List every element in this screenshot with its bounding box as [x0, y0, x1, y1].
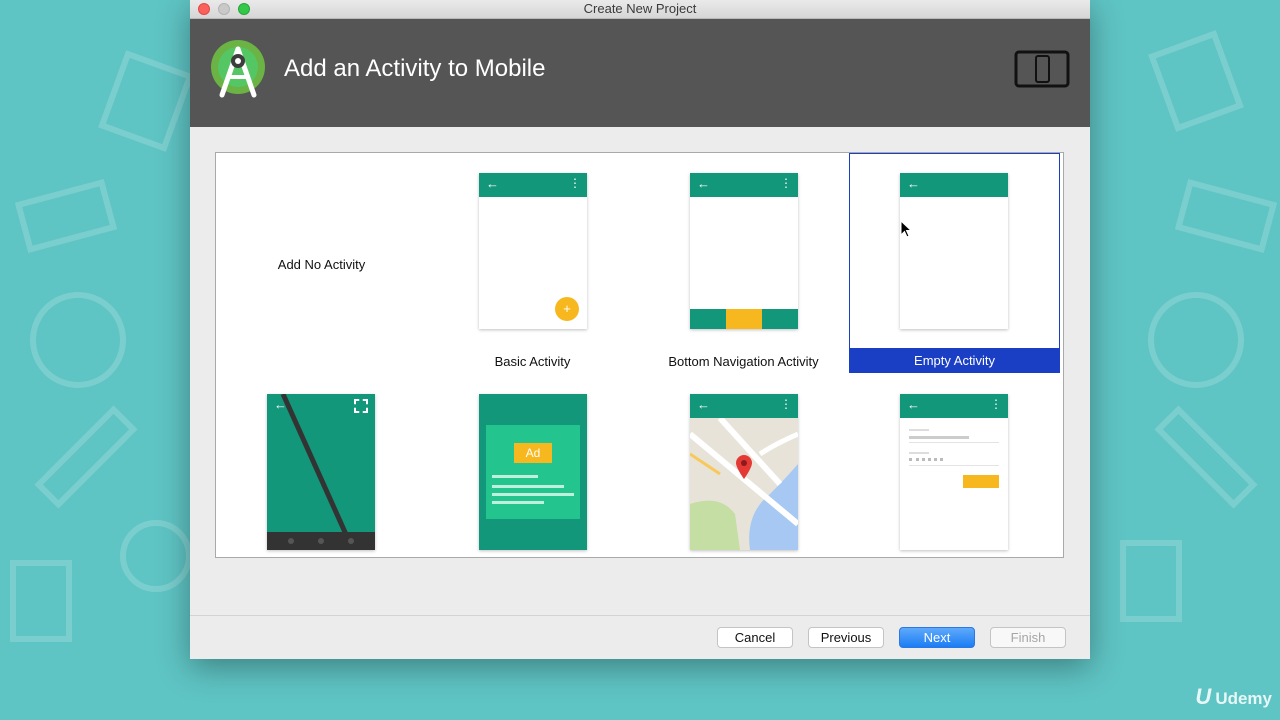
fullscreen-preview: ←: [267, 394, 375, 550]
back-arrow-icon: ←: [697, 176, 710, 191]
footer-separator: [190, 615, 1090, 616]
bottom-nav-bar: [690, 309, 798, 329]
app-bar: ←: [900, 173, 1008, 197]
ad-text-line: [492, 485, 564, 488]
ad-text-line: [492, 475, 538, 478]
map-pin-icon: [736, 455, 752, 479]
ad-badge: Ad: [514, 443, 552, 463]
form-field-line: [909, 452, 929, 454]
tile-label-selected: Empty Activity: [849, 348, 1060, 373]
bg-pencil-decoration: [1154, 405, 1258, 509]
password-dots: [909, 458, 943, 464]
next-button[interactable]: Next: [899, 627, 975, 648]
login-preview: ← ⋮: [900, 394, 1008, 550]
udemy-brand: Udemy: [1215, 689, 1272, 708]
basic-activity-preview: ← ⋮ +: [479, 173, 587, 329]
title-bar[interactable]: Create New Project: [190, 0, 1090, 19]
back-arrow-icon: ←: [907, 397, 920, 412]
tablet-phone-icon: [1014, 50, 1070, 88]
create-project-window: Create New Project Add an Activity to Mo…: [190, 0, 1090, 659]
bg-clock-decoration: [30, 292, 126, 388]
tile-label: Add No Activity: [277, 257, 366, 272]
sign-in-button-preview: [963, 475, 999, 488]
back-arrow-icon: ←: [274, 397, 287, 412]
empty-activity-preview: ←: [900, 173, 1008, 329]
form-field-line: [909, 436, 969, 439]
tile-fullscreen-activity[interactable]: ←: [216, 373, 427, 593]
wizard-header: Add an Activity to Mobile: [190, 19, 1090, 127]
bg-pencil-decoration: [34, 405, 138, 509]
app-bar: ← ⋮: [690, 394, 798, 418]
tile-empty-activity[interactable]: ← Empty Activity: [849, 153, 1060, 373]
tile-admob-activity[interactable]: Ad: [427, 373, 638, 593]
back-arrow-icon: ←: [907, 176, 920, 191]
form-field-underline: [909, 442, 999, 443]
app-bar: ← ⋮: [900, 394, 1008, 418]
tile-login-activity[interactable]: ← ⋮: [849, 373, 1060, 593]
ad-card: Ad: [486, 425, 580, 519]
bg-document-decoration: [1120, 540, 1182, 622]
back-arrow-icon: ←: [697, 397, 710, 412]
maps-preview: ← ⋮: [690, 394, 798, 550]
bg-clock-decoration: [1148, 292, 1244, 388]
ad-text-line: [492, 493, 574, 496]
overflow-menu-icon: ⋮: [780, 176, 792, 190]
overflow-menu-icon: ⋮: [569, 176, 581, 190]
tile-add-no-activity[interactable]: Add No Activity: [216, 153, 427, 373]
overflow-menu-icon: ⋮: [780, 397, 792, 411]
overflow-menu-icon: ⋮: [990, 397, 1002, 411]
tile-bottom-navigation-activity[interactable]: ← ⋮ Bottom Navigation Activity: [638, 153, 849, 373]
bg-book-decoration: [1148, 30, 1244, 132]
back-arrow-icon: ←: [486, 176, 499, 191]
tile-label: Bottom Navigation Activity: [668, 354, 819, 369]
activity-gallery: Add No Activity ← ⋮ + Basic Activity ← ⋮…: [215, 152, 1064, 558]
fullscreen-diagonal-graphic: [267, 394, 375, 550]
page-title: Add an Activity to Mobile: [284, 55, 546, 82]
admob-preview: Ad: [479, 394, 587, 550]
fab-add-icon: +: [555, 297, 579, 321]
tile-maps-activity[interactable]: ← ⋮: [638, 373, 849, 593]
tile-basic-activity[interactable]: ← ⋮ + Basic Activity: [427, 153, 638, 373]
tile-label: Basic Activity: [494, 354, 571, 369]
bg-ruler-decoration: [1174, 178, 1278, 254]
app-bar: ← ⋮: [479, 173, 587, 197]
mouse-pointer-icon: [900, 220, 912, 238]
udemy-mark: U: [1195, 684, 1212, 709]
cancel-button[interactable]: Cancel: [717, 627, 793, 648]
bg-bulb-decoration: [120, 520, 192, 592]
bg-book-decoration: [98, 50, 194, 152]
finish-button[interactable]: Finish: [990, 627, 1066, 648]
form-field-underline: [909, 465, 999, 466]
ad-text-line: [492, 501, 544, 504]
app-bar: ← ⋮: [690, 173, 798, 197]
window-title: Create New Project: [583, 1, 697, 16]
udemy-watermark: U Udemy: [1195, 684, 1272, 710]
fullscreen-expand-icon: [354, 399, 368, 413]
bg-document-decoration: [10, 560, 72, 642]
bottom-nav-active-item: [726, 309, 762, 329]
previous-button[interactable]: Previous: [808, 627, 884, 648]
android-studio-logo-icon: [211, 40, 265, 98]
form-field-line: [909, 429, 929, 431]
bottom-navigation-preview: ← ⋮: [690, 173, 798, 329]
bg-ruler-decoration: [14, 178, 118, 254]
